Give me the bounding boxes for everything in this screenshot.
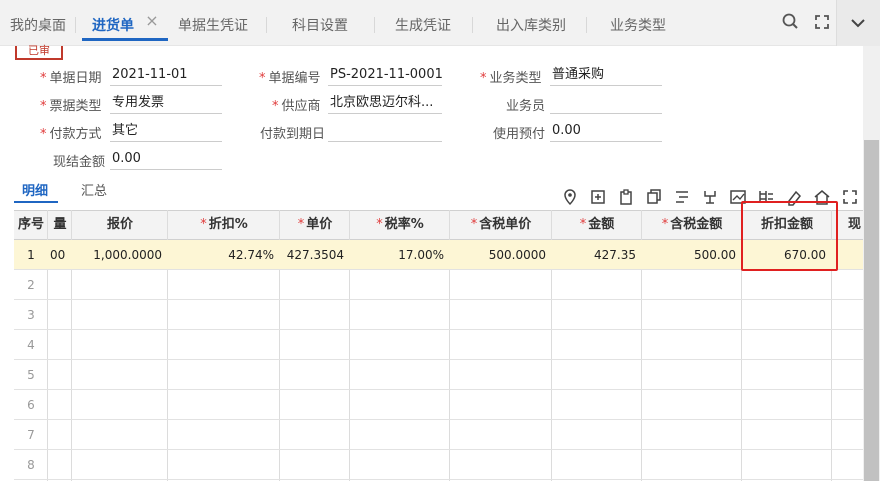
table-row[interactable]: 6: [14, 390, 863, 420]
table-row[interactable]: 5: [14, 360, 863, 390]
header-tax-amount[interactable]: * 含税金额: [642, 210, 742, 240]
use-prepay-label: 使用预付: [493, 127, 546, 142]
eraser-icon[interactable]: [785, 188, 803, 206]
date-field[interactable]: 2021-11-01: [110, 64, 222, 86]
chart-icon[interactable]: [729, 188, 747, 206]
row-number: 2: [27, 278, 35, 292]
header-discount-amount[interactable]: 折扣金额: [742, 210, 832, 240]
table-row[interactable]: 7: [14, 420, 863, 450]
expand-icon[interactable]: [841, 188, 859, 206]
use-prepay-field[interactable]: 0.00: [550, 120, 662, 142]
table-row[interactable]: 2: [14, 270, 863, 300]
header-unit-price[interactable]: * 单价: [280, 210, 350, 240]
approved-stamp: 已审: [15, 45, 63, 60]
split-icon[interactable]: [701, 188, 719, 206]
filter-icon[interactable]: [673, 188, 691, 206]
location-icon[interactable]: [561, 188, 579, 206]
table-row[interactable]: 4: [14, 330, 863, 360]
table-row[interactable]: 1 00 1,000.0000 42.74% 427.3504 17.00% 5…: [14, 240, 863, 270]
chevron-down-icon: [851, 19, 865, 28]
fullscreen-icon[interactable]: [812, 12, 832, 32]
tab-my-desktop[interactable]: 我的桌面: [10, 0, 66, 44]
header-quantity[interactable]: 量: [48, 210, 72, 240]
business-type-field[interactable]: 普通采购: [550, 64, 662, 86]
invoice-type-label: * 票据类型: [40, 99, 102, 114]
row-number: 1: [27, 248, 35, 262]
scrollbar-thumb[interactable]: [864, 140, 879, 481]
tab-separator: [374, 17, 375, 33]
tab-detail[interactable]: 明细: [22, 180, 48, 199]
row-number: 6: [27, 398, 35, 412]
clerk-field[interactable]: [550, 92, 662, 114]
cell-quantity[interactable]: 00: [50, 240, 72, 270]
cell-tax-amount[interactable]: 500.00: [642, 240, 742, 270]
row-number: 4: [27, 338, 35, 352]
cell-discount-amount[interactable]: 670.00: [742, 240, 832, 270]
tab-separator: [472, 17, 473, 33]
tab-separator: [586, 17, 587, 33]
payment-method-label: * 付款方式: [40, 127, 102, 142]
invoice-type-field[interactable]: 专用发票: [110, 92, 222, 114]
row-number: 8: [27, 458, 35, 472]
cash-amount-label: 现结金额: [53, 155, 106, 170]
home-icon[interactable]: [813, 188, 831, 206]
header-cash[interactable]: 现: [832, 210, 863, 240]
search-icon[interactable]: [781, 12, 801, 32]
cell-tax-unit-price[interactable]: 500.0000: [450, 240, 552, 270]
cell-quote[interactable]: 1,000.0000: [72, 240, 168, 270]
cell-discount-rate[interactable]: 42.74%: [168, 240, 280, 270]
date-label: * 单据日期: [40, 71, 102, 86]
business-type-label: * 业务类型: [480, 71, 542, 86]
copy-icon[interactable]: [645, 188, 663, 206]
tab-business-type[interactable]: 业务类型: [610, 0, 666, 44]
table-row[interactable]: 3: [14, 300, 863, 330]
header-discount-rate[interactable]: * 折扣%: [168, 210, 280, 240]
close-icon[interactable]: ×: [145, 13, 159, 29]
payment-method-field[interactable]: 其它: [110, 120, 222, 142]
tab-account-settings[interactable]: 科目设置: [292, 0, 348, 44]
detail-grid: 序号 量 报价 * 折扣% * 单价 * 税率% * 含税单价 * 金额 * 含税金额 折扣…: [14, 210, 863, 481]
tab-separator: [266, 17, 267, 33]
payment-due-label: 付款到期日: [260, 127, 326, 142]
cell-tax-rate[interactable]: 17.00%: [350, 240, 450, 270]
tab-separator: [75, 17, 76, 33]
clerk-label: 业务员: [506, 99, 546, 114]
row-number: 3: [27, 308, 35, 322]
bill-no-field[interactable]: PS-2021-11-0001: [328, 64, 442, 86]
active-tab-indicator: [82, 38, 168, 41]
row-number: 5: [27, 368, 35, 382]
add-row-icon[interactable]: [589, 188, 607, 206]
cash-amount-field[interactable]: 0.00: [110, 148, 222, 170]
bill-no-label: * 单据编号: [259, 71, 321, 86]
cell-amount[interactable]: 427.35: [552, 240, 642, 270]
columns-icon[interactable]: [757, 188, 775, 206]
header-tax-rate[interactable]: * 税率%: [350, 210, 450, 240]
table-row[interactable]: 8: [14, 450, 863, 480]
supplier-label: * 供应商: [272, 99, 321, 114]
tab-summary[interactable]: 汇总: [81, 180, 107, 199]
supplier-field[interactable]: 北京欧思迈尔科...: [328, 92, 442, 114]
tab-stock-category[interactable]: 出入库类别: [496, 0, 566, 44]
header-seq[interactable]: 序号: [14, 210, 48, 240]
tab-bill-to-voucher[interactable]: 单据生凭证: [178, 0, 248, 44]
header-tax-unit-price[interactable]: * 含税单价: [450, 210, 552, 240]
row-number: 7: [27, 428, 35, 442]
cell-unit-price[interactable]: 427.3504: [280, 240, 350, 270]
header-quote[interactable]: 报价: [72, 210, 168, 240]
active-subtab-indicator: [14, 201, 58, 203]
more-tabs-button[interactable]: [837, 0, 880, 46]
paste-icon[interactable]: [617, 188, 635, 206]
header-amount[interactable]: * 金额: [552, 210, 642, 240]
payment-due-field[interactable]: [328, 120, 442, 142]
tab-generate-voucher[interactable]: 生成凭证: [395, 0, 451, 44]
